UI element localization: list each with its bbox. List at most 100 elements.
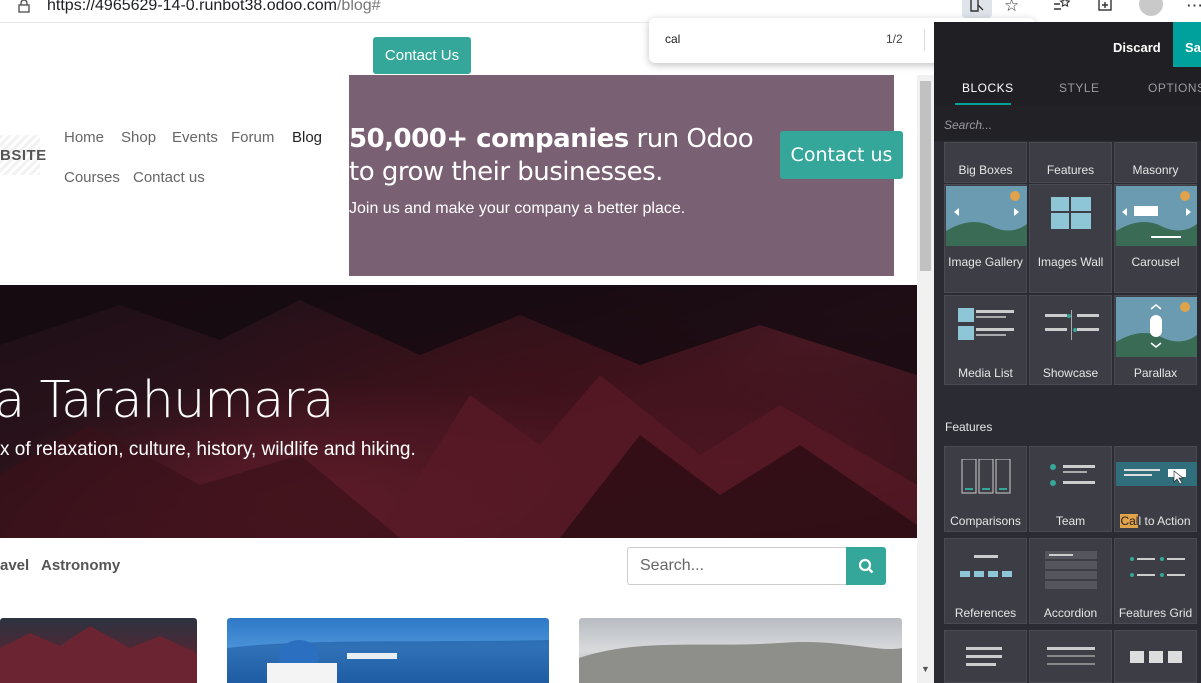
features-section-title: Features xyxy=(945,420,993,434)
hero-subtitle: x of relaxation, culture, history, wildl… xyxy=(0,439,416,460)
url-path: /blog# xyxy=(336,0,381,14)
block-label: Accordion xyxy=(1043,606,1098,620)
nav-shop[interactable]: Shop xyxy=(121,129,156,146)
block-showcase[interactable]: Showcase xyxy=(1029,295,1112,385)
block-label: Call to Action xyxy=(1120,514,1191,528)
discard-button[interactable]: Discard xyxy=(1113,40,1161,55)
category-astronomy[interactable]: Astronomy xyxy=(41,557,120,574)
blocks-search-input[interactable]: Search... xyxy=(934,105,1201,141)
block-references[interactable]: References xyxy=(944,538,1027,624)
block-label: Team xyxy=(1055,514,1086,528)
nav-events[interactable]: Events xyxy=(172,129,218,146)
list-thumbnail-icon xyxy=(966,647,1002,666)
promo-banner: 50,000+ companies run Odoo to grow their… xyxy=(349,75,903,276)
url-host: https://4965629-14-0.runbot38.odoo.com xyxy=(47,0,337,14)
block-image-gallery[interactable]: Image Gallery xyxy=(944,184,1027,293)
editor-header: Discard Sa xyxy=(934,22,1201,70)
block-call-to-action[interactable]: Call to Action xyxy=(1114,446,1197,532)
block-carousel[interactable]: Carousel xyxy=(1114,184,1197,293)
block-team[interactable]: Team xyxy=(1029,446,1112,532)
blog-post-card[interactable] xyxy=(0,618,197,683)
editor-tabs: BLOCKS STYLE OPTIONS xyxy=(934,67,1201,105)
nav-home[interactable]: Home xyxy=(64,129,104,146)
url-field[interactable]: https://4965629-14-0.runbot38.odoo.com/b… xyxy=(47,0,381,15)
search-icon xyxy=(858,558,874,574)
nav-courses[interactable]: Courses xyxy=(64,169,120,186)
block-images-wall[interactable]: Images Wall xyxy=(1029,184,1112,293)
image-gallery-thumbnail-icon xyxy=(946,186,1027,246)
block-label: Showcase xyxy=(1042,366,1099,380)
blog-post-card[interactable] xyxy=(579,618,902,683)
nav-forum[interactable]: Forum xyxy=(231,129,274,146)
block-masonry[interactable]: Masonry xyxy=(1114,142,1197,183)
save-button[interactable]: Sa xyxy=(1173,22,1201,70)
carousel-thumbnail-icon xyxy=(1116,186,1197,246)
block-label: References xyxy=(954,606,1017,620)
block-label: Masonry xyxy=(1132,163,1179,177)
scroll-down-arrow-icon[interactable]: ▼ xyxy=(921,664,930,674)
lock-icon xyxy=(18,0,30,13)
block-features[interactable]: Features xyxy=(1029,142,1112,183)
blocks-search-placeholder: Search... xyxy=(944,118,993,132)
media-list-thumbnail-icon xyxy=(958,308,1014,340)
find-divider xyxy=(924,29,925,51)
block-parallax[interactable]: Parallax xyxy=(1114,295,1197,385)
page-scrollbar[interactable]: ▼ xyxy=(917,75,934,683)
category-travel[interactable]: avel xyxy=(0,557,29,574)
star-icon[interactable]: ☆ xyxy=(1004,0,1019,16)
find-match-count: 1/2 xyxy=(886,32,903,46)
block-partial[interactable] xyxy=(1029,630,1112,683)
block-label: Image Gallery xyxy=(948,255,1023,269)
search-highlight: Cal xyxy=(1120,514,1139,528)
blog-post-card[interactable] xyxy=(227,618,549,683)
parallax-thumbnail-icon xyxy=(1116,297,1197,357)
screen: https://4965629-14-0.runbot38.odoo.com/b… xyxy=(0,0,1201,683)
block-label: Parallax xyxy=(1133,366,1178,380)
blog-search-input[interactable]: Search... xyxy=(627,547,846,585)
find-input[interactable]: cal xyxy=(665,32,680,46)
hero-title: a Tarahumara xyxy=(0,371,334,430)
showcase-thumbnail-icon xyxy=(1045,310,1099,340)
block-label: Comparisons xyxy=(950,514,1021,528)
promo-title-bold: 50,000+ companies xyxy=(349,124,629,154)
block-accordion[interactable]: Accordion xyxy=(1029,538,1112,624)
features-grid-thumbnail-icon xyxy=(1130,557,1185,577)
block-media-list[interactable]: Media List xyxy=(944,295,1027,385)
block-label: Images Wall xyxy=(1037,255,1104,269)
favorites-icon[interactable] xyxy=(1052,0,1071,17)
editor-sidebar: Discard Sa BLOCKS STYLE OPTIONS Search..… xyxy=(934,22,1201,683)
block-label: Features Grid xyxy=(1118,606,1193,620)
promo-title: 50,000+ companies run Odoo to grow their… xyxy=(349,123,769,189)
immersive-reader-icon[interactable] xyxy=(962,0,992,18)
profile-avatar[interactable] xyxy=(1139,0,1163,16)
collections-icon[interactable] xyxy=(1096,0,1114,17)
accordion-thumbnail-icon xyxy=(1045,551,1097,589)
block-features-grid[interactable]: Features Grid xyxy=(1114,538,1197,624)
cubes-thumbnail-icon xyxy=(1130,651,1182,663)
promo-contact-button[interactable]: Contact us xyxy=(780,131,903,179)
comparisons-thumbnail-icon xyxy=(961,459,1011,494)
block-label: Media List xyxy=(958,366,1013,380)
nav-blog[interactable]: Blog xyxy=(292,129,322,146)
site-logo[interactable]: BSITE xyxy=(0,147,47,164)
block-label: Big Boxes xyxy=(958,163,1013,177)
block-comparisons[interactable]: Comparisons xyxy=(944,446,1027,532)
images-wall-thumbnail-icon xyxy=(1051,197,1091,229)
more-menu-icon[interactable]: ⋯ xyxy=(1186,0,1201,16)
header-contact-button[interactable]: Contact Us xyxy=(373,37,471,74)
block-label: Carousel xyxy=(1131,255,1180,269)
nav-contact-us[interactable]: Contact us xyxy=(133,169,205,186)
list-thumbnail-icon xyxy=(1047,647,1095,665)
promo-subtitle: Join us and make your company a better p… xyxy=(349,200,686,217)
tab-style[interactable]: STYLE xyxy=(1059,81,1100,95)
blog-hero-cover: a Tarahumara x of relaxation, culture, h… xyxy=(0,285,917,538)
blog-search-button[interactable] xyxy=(846,547,886,585)
tab-blocks[interactable]: BLOCKS xyxy=(962,81,1014,95)
block-partial[interactable] xyxy=(1114,630,1197,683)
block-big-boxes[interactable]: Big Boxes xyxy=(944,142,1027,183)
block-partial[interactable] xyxy=(944,630,1027,683)
scrollbar-thumb[interactable] xyxy=(920,81,931,271)
team-thumbnail-icon xyxy=(1050,464,1095,486)
block-label: Features xyxy=(1046,163,1095,177)
tab-options[interactable]: OPTIONS xyxy=(1148,81,1201,95)
